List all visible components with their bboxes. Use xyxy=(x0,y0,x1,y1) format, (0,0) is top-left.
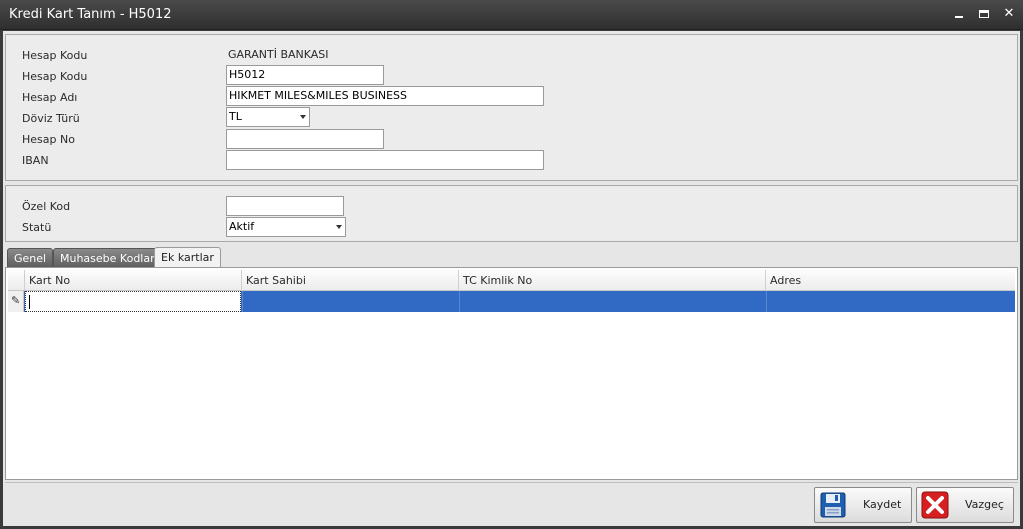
cell-divider xyxy=(766,291,767,312)
form-body: Hesap Kodu GARANTİ BANKASI Hesap Kodu H5… xyxy=(3,31,1020,526)
minimize-icon xyxy=(955,16,963,18)
hesap-kodu-input[interactable]: H5012 xyxy=(226,65,384,85)
hesap-adi-input[interactable]: HIKMET MILES&MILES BUSINESS xyxy=(226,86,544,106)
row-indicator: ✎ xyxy=(8,291,24,312)
account-group: Hesap Kodu GARANTİ BANKASI Hesap Kodu H5… xyxy=(5,34,1018,181)
tab-genel[interactable]: Genel xyxy=(7,248,54,267)
doviz-turu-label: Döviz Türü xyxy=(22,112,80,125)
cell-divider xyxy=(242,291,243,312)
cancel-button[interactable]: Vazgeç xyxy=(916,487,1014,523)
tab-muhasebe-kodlari[interactable]: Muhasebe Kodları xyxy=(53,248,165,267)
column-kart-no[interactable]: Kart No xyxy=(25,270,242,291)
grid-header: Kart No Kart Sahibi TC Kimlik No Adres xyxy=(8,270,1015,291)
extra-group: Özel Kod Statü Aktif xyxy=(5,185,1018,242)
statu-select[interactable]: Aktif xyxy=(226,217,346,237)
hesap-no-label: Hesap No xyxy=(22,133,75,146)
hesap-no-input[interactable] xyxy=(226,129,384,149)
close-button[interactable]: ✕ xyxy=(1001,6,1017,22)
text-caret xyxy=(29,295,30,309)
header-corner xyxy=(8,270,25,291)
ozel-kod-input[interactable] xyxy=(226,196,344,216)
cancel-button-label: Vazgeç xyxy=(965,498,1004,511)
column-adres[interactable]: Adres xyxy=(766,270,1015,291)
doviz-turu-value: TL xyxy=(229,110,242,123)
title-bar[interactable]: Kredi Kart Tanım - H5012 ✕ xyxy=(0,0,1023,30)
maximize-button[interactable] xyxy=(976,6,992,22)
hesap-kodu-label: Hesap Kodu xyxy=(22,49,88,62)
close-icon: ✕ xyxy=(1003,6,1015,21)
column-tc-kimlik-no[interactable]: TC Kimlik No xyxy=(459,270,766,291)
doviz-turu-select[interactable]: TL xyxy=(226,107,310,127)
red-x-icon xyxy=(921,491,949,519)
column-kart-sahibi[interactable]: Kart Sahibi xyxy=(242,270,459,291)
cell-divider xyxy=(459,291,460,312)
kart-no-cell-editor[interactable] xyxy=(25,291,241,312)
tab-strip: Genel Muhasebe Kodları Ek kartlar xyxy=(5,247,1018,268)
window-title: Kredi Kart Tanım - H5012 xyxy=(9,7,172,22)
minimize-button[interactable] xyxy=(951,6,967,22)
statu-value: Aktif xyxy=(229,220,255,233)
chevron-down-icon[interactable] xyxy=(300,115,306,119)
floppy-disk-icon xyxy=(820,492,846,518)
pencil-icon: ✎ xyxy=(11,294,21,307)
button-bar: Kaydet Vazgeç xyxy=(5,482,1018,524)
cards-grid[interactable]: Kart No Kart Sahibi TC Kimlik No Adres ✎ xyxy=(5,267,1018,480)
iban-label: IBAN xyxy=(22,154,49,167)
hesap-adi-label: Hesap Adı xyxy=(22,91,78,104)
statu-label: Statü xyxy=(22,221,52,234)
save-button[interactable]: Kaydet xyxy=(814,487,912,523)
tab-ek-kartlar[interactable]: Ek kartlar xyxy=(154,247,221,268)
ozel-kod-label: Özel Kod xyxy=(22,200,71,213)
maximize-icon xyxy=(979,10,989,18)
iban-input[interactable] xyxy=(226,150,544,170)
grid-body[interactable]: Kart No Kart Sahibi TC Kimlik No Adres ✎ xyxy=(8,270,1015,477)
chevron-down-icon[interactable] xyxy=(336,225,342,229)
table-row[interactable]: ✎ xyxy=(8,291,1015,312)
hesap-kodu-label-2: Hesap Kodu xyxy=(22,70,88,83)
app-window: Kredi Kart Tanım - H5012 ✕ Hesap Kodu GA… xyxy=(0,0,1023,529)
save-button-label: Kaydet xyxy=(863,498,902,511)
bank-name: GARANTİ BANKASI xyxy=(228,48,329,61)
